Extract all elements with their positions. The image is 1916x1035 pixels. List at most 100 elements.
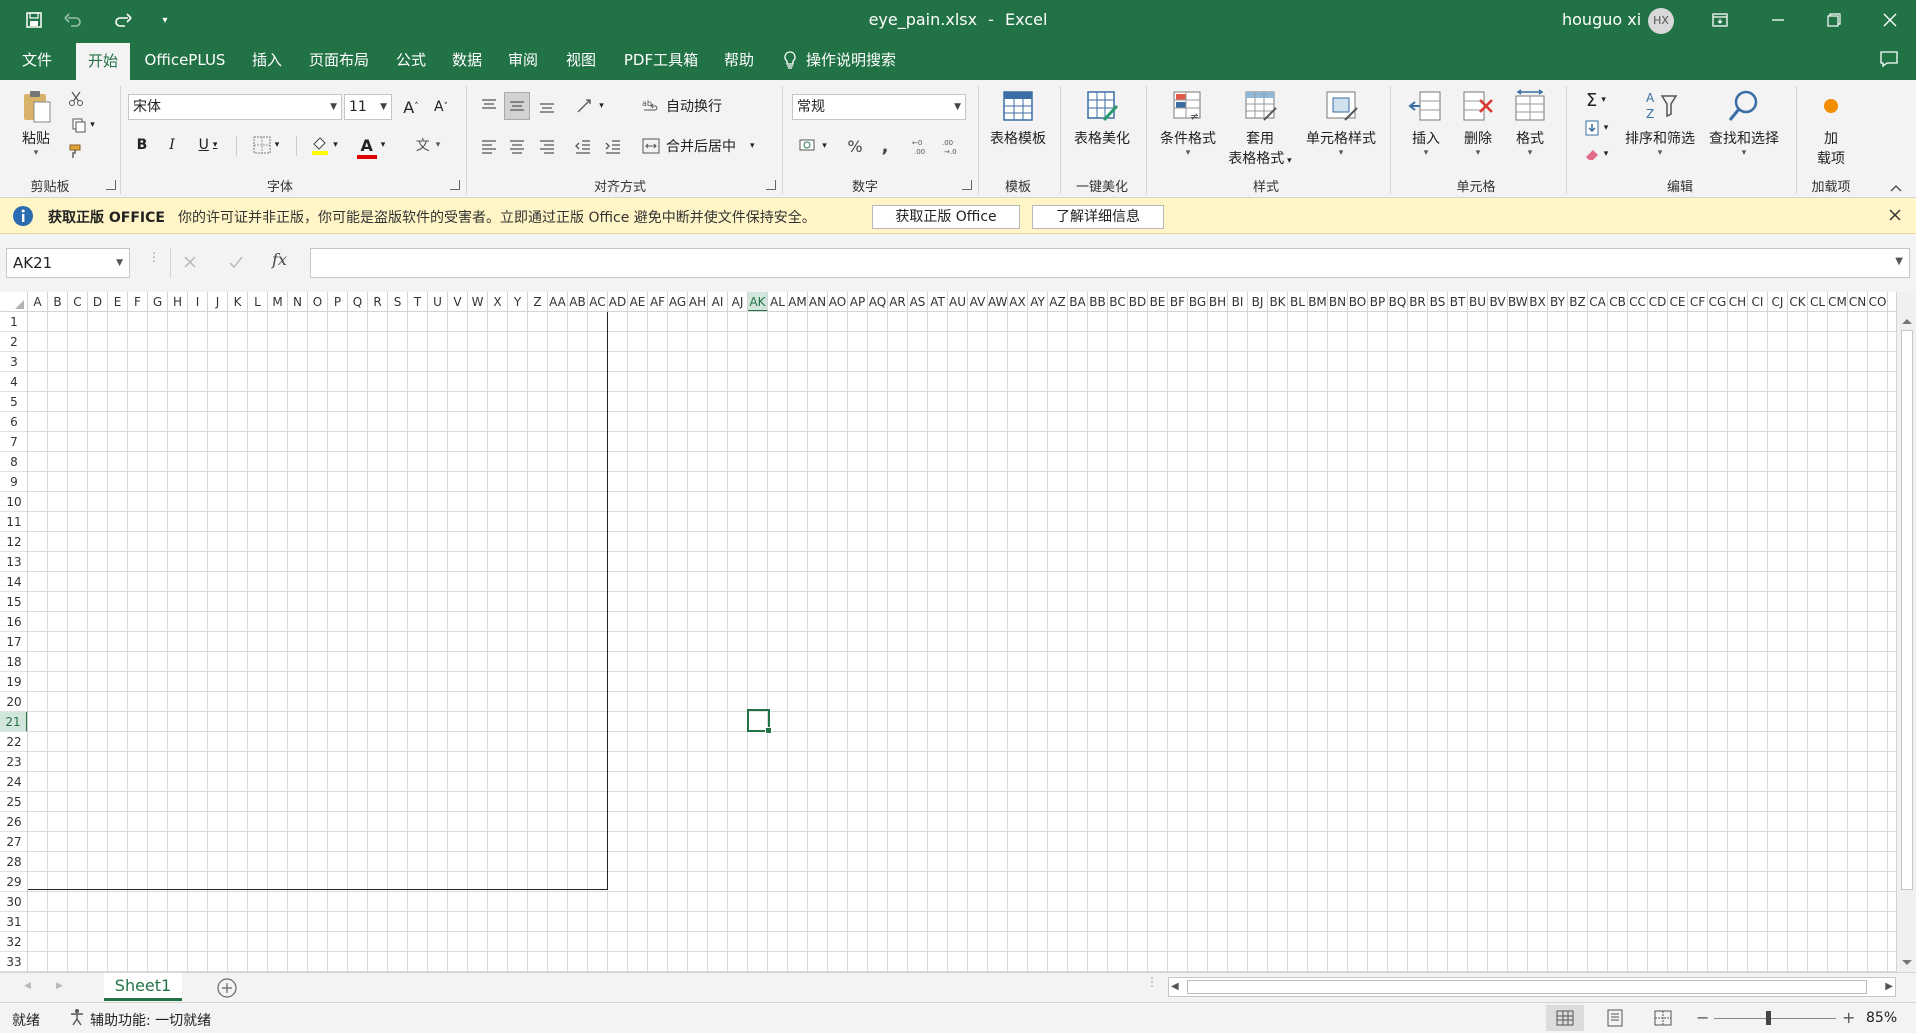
column-header[interactable]: N xyxy=(288,292,308,311)
column-header[interactable]: CL xyxy=(1808,292,1828,311)
align-bottom-icon[interactable] xyxy=(534,92,560,120)
row-header[interactable]: 23 xyxy=(0,752,27,772)
column-header[interactable]: AY xyxy=(1028,292,1048,311)
row-header[interactable]: 21 xyxy=(0,712,27,732)
restore-icon[interactable] xyxy=(1814,6,1854,34)
copy-icon[interactable]: ▾ xyxy=(64,114,102,136)
font-color-button[interactable]: A ▾ xyxy=(350,132,392,159)
column-header[interactable]: X xyxy=(488,292,508,311)
column-header[interactable]: BQ xyxy=(1388,292,1408,311)
horizontal-scroll-thumb[interactable] xyxy=(1187,980,1867,994)
row-header[interactable]: 10 xyxy=(0,492,27,512)
conditional-formatting-button[interactable]: ≠ 条件格式 ▾ xyxy=(1154,88,1222,158)
font-name-select[interactable]: 宋体 ▼ xyxy=(128,94,342,120)
row-header[interactable]: 2 xyxy=(0,332,27,352)
row-header[interactable]: 29 xyxy=(0,872,27,892)
column-header[interactable]: AV xyxy=(968,292,988,311)
column-header[interactable]: BK xyxy=(1268,292,1288,311)
format-painter-icon[interactable] xyxy=(64,140,88,162)
fill-down-button[interactable]: ▾ xyxy=(1574,116,1618,140)
column-header[interactable]: AL xyxy=(768,292,788,311)
add-ins-button[interactable]: 加 载项 xyxy=(1808,88,1854,168)
underline-button[interactable]: U ▾ xyxy=(190,132,226,158)
tab-file[interactable]: 文件 xyxy=(12,40,62,80)
scroll-right-icon[interactable]: ▶ xyxy=(1885,981,1893,992)
formula-input[interactable]: ▼ xyxy=(310,248,1910,278)
row-header[interactable]: 15 xyxy=(0,592,27,612)
column-header[interactable]: AA xyxy=(548,292,568,311)
column-header[interactable]: AN xyxy=(808,292,828,311)
column-header[interactable]: Z xyxy=(528,292,548,311)
row-header[interactable]: 5 xyxy=(0,392,27,412)
align-right-icon[interactable] xyxy=(534,132,560,160)
column-header[interactable]: BF xyxy=(1168,292,1188,311)
orientation-icon[interactable]: ▾ xyxy=(570,92,610,120)
row-header[interactable]: 19 xyxy=(0,672,27,692)
row-header[interactable]: 11 xyxy=(0,512,27,532)
row-header[interactable]: 7 xyxy=(0,432,27,452)
delete-cells-button[interactable]: 删除 ▾ xyxy=(1452,88,1504,158)
decrease-decimal-icon[interactable]: .00 →.0 xyxy=(938,132,966,160)
tab-pdf-toolbox[interactable]: PDF工具箱 xyxy=(616,40,706,80)
row-header[interactable]: 18 xyxy=(0,652,27,672)
column-header[interactable]: CO xyxy=(1868,292,1888,311)
column-header[interactable]: AS xyxy=(908,292,928,311)
tab-split-handle-icon[interactable]: ⋮ xyxy=(1146,976,1158,997)
comma-style-button[interactable]: , xyxy=(872,132,898,160)
collapse-ribbon-icon[interactable] xyxy=(1890,180,1906,192)
sort-filter-button[interactable]: AZ 排序和筛选 ▾ xyxy=(1620,88,1700,158)
user-name[interactable]: houguo xi xyxy=(1562,10,1641,29)
normal-view-icon[interactable] xyxy=(1546,1005,1584,1031)
column-header[interactable]: Y xyxy=(508,292,528,311)
column-header[interactable]: CH xyxy=(1728,292,1748,311)
cancel-entry-icon[interactable] xyxy=(182,254,200,272)
column-header[interactable]: A xyxy=(28,292,48,311)
column-header[interactable]: W xyxy=(468,292,488,311)
bold-button[interactable]: B xyxy=(130,132,154,158)
page-break-preview-icon[interactable] xyxy=(1644,1005,1682,1031)
select-all-button[interactable] xyxy=(0,292,28,311)
row-header[interactable]: 12 xyxy=(0,532,27,552)
column-header[interactable]: BX xyxy=(1528,292,1548,311)
column-header[interactable]: S xyxy=(388,292,408,311)
column-header[interactable]: BR xyxy=(1408,292,1428,311)
column-header[interactable]: M xyxy=(268,292,288,311)
column-header[interactable]: AU xyxy=(948,292,968,311)
align-top-icon[interactable] xyxy=(476,92,502,120)
scroll-down-icon[interactable] xyxy=(1900,956,1914,966)
column-header[interactable]: R xyxy=(368,292,388,311)
format-cells-button[interactable]: 格式 ▾ xyxy=(1504,88,1556,158)
column-header[interactable]: B xyxy=(48,292,68,311)
learn-more-button[interactable]: 了解详细信息 xyxy=(1032,205,1164,229)
tab-help[interactable]: 帮助 xyxy=(716,40,762,80)
find-select-button[interactable]: 查找和选择 ▾ xyxy=(1702,88,1786,158)
merge-center-button[interactable]: 合并后居中 ▾ xyxy=(642,132,770,160)
scroll-left-icon[interactable]: ◀ xyxy=(1171,981,1179,992)
ribbon-display-options-icon[interactable] xyxy=(1700,6,1740,34)
row-header[interactable]: 33 xyxy=(0,952,27,972)
row-header[interactable]: 16 xyxy=(0,612,27,632)
row-header[interactable]: 3 xyxy=(0,352,27,372)
new-sheet-icon[interactable] xyxy=(216,977,238,999)
column-header[interactable]: CF xyxy=(1688,292,1708,311)
name-box[interactable]: AK21 ▼ xyxy=(6,248,130,278)
row-header[interactable]: 13 xyxy=(0,552,27,572)
active-cell[interactable] xyxy=(747,709,772,734)
column-header[interactable]: D xyxy=(88,292,108,311)
tab-formulas[interactable]: 公式 xyxy=(388,40,434,80)
close-icon[interactable] xyxy=(1870,6,1910,34)
column-header[interactable]: CI xyxy=(1748,292,1768,311)
percent-button[interactable]: % xyxy=(842,132,868,160)
column-header[interactable]: BC xyxy=(1108,292,1128,311)
column-header[interactable]: CE xyxy=(1668,292,1688,311)
column-header[interactable]: K xyxy=(228,292,248,311)
zoom-slider[interactable] xyxy=(1714,1011,1836,1025)
phonetic-guide-button[interactable]: 文 ▾ xyxy=(408,132,448,158)
avatar[interactable]: HX xyxy=(1648,8,1674,34)
italic-button[interactable]: I xyxy=(160,132,184,158)
column-header[interactable]: AH xyxy=(688,292,708,311)
tell-me-search[interactable]: 操作说明搜索 xyxy=(782,40,912,80)
column-header[interactable]: L xyxy=(248,292,268,311)
zoom-slider-thumb[interactable] xyxy=(1766,1011,1771,1025)
column-header[interactable]: AR xyxy=(888,292,908,311)
